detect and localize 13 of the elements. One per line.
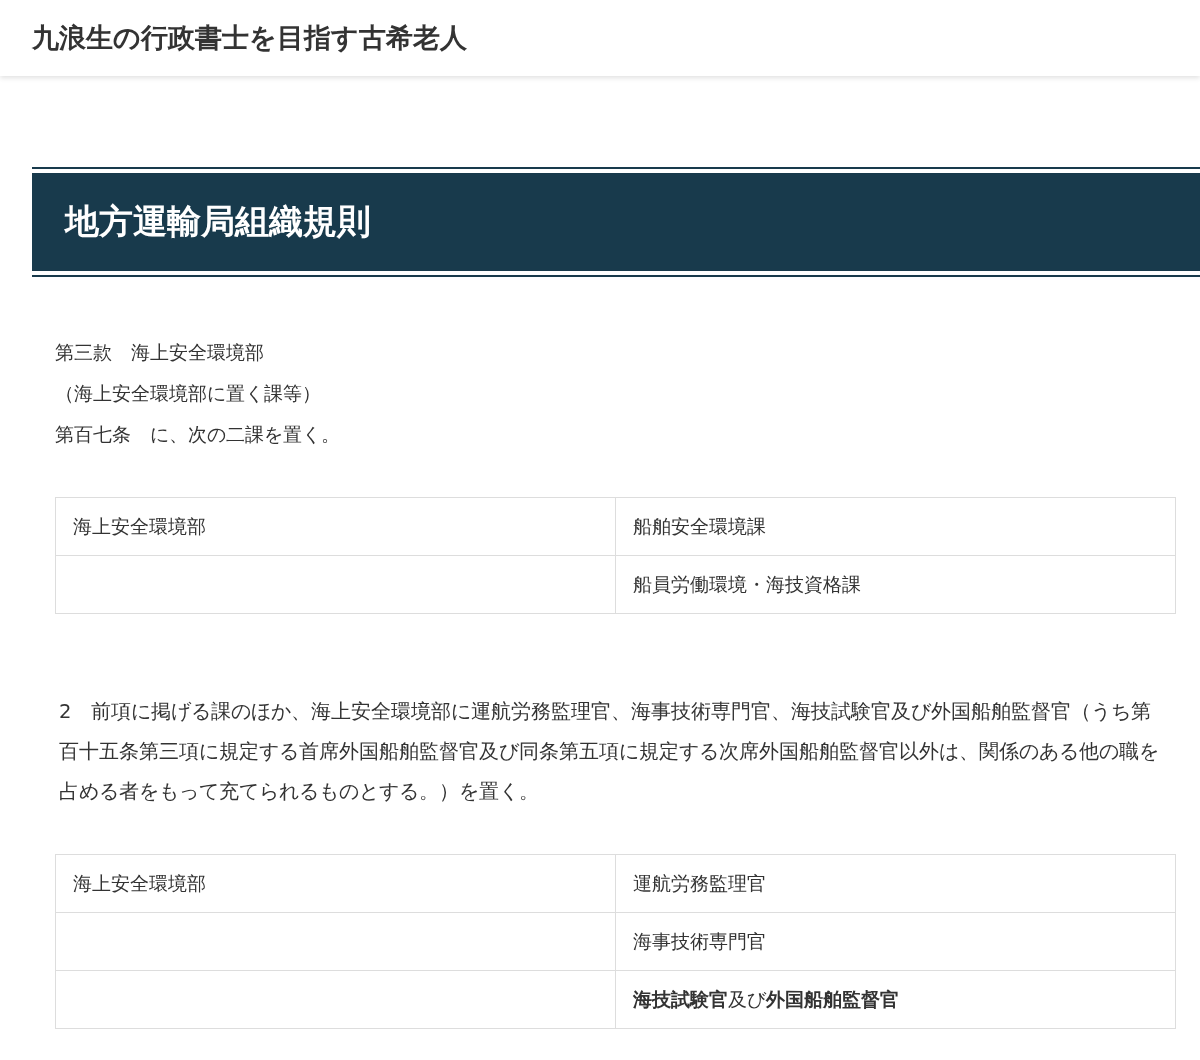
table-cell: 海技試験官及び外国船舶監督官 — [615, 970, 1176, 1029]
text-line: （海上安全環境部に置く課等） — [55, 381, 322, 406]
text-line: 第百七条 に、次の二課を置く。 — [55, 422, 341, 447]
table-cell: 船舶安全環境課 — [615, 497, 1176, 556]
table-cell: 運航労務監理官 — [615, 854, 1176, 913]
article-heading: 地方運輸局組織規則 — [32, 173, 1200, 271]
site-title[interactable]: 九浪生の行政書士を目指す古希老人 — [32, 20, 467, 56]
text-line: 第三款 海上安全環境部 — [55, 340, 265, 365]
paragraph: 2 前項に掲げる課のほか、海上安全環境部に運航労務監理官、海事技術専門官、海技試験官及び外国船舶監督官（うち第百十五条第三項に規定する首席外国船舶監督官及び同条第五項に規定する次席外国船舶監督官以外は、関係のある他の職を占める者をもって充てられるものとする。）を置く。 — [58, 699, 1160, 805]
table-cell: 海上安全環境部 — [55, 854, 616, 913]
table-cell: 船員労働環境・海技資格課 — [615, 555, 1176, 614]
table-cell: 海事技術専門官 — [615, 912, 1176, 971]
table-cell: 海上安全環境部 — [55, 497, 616, 556]
